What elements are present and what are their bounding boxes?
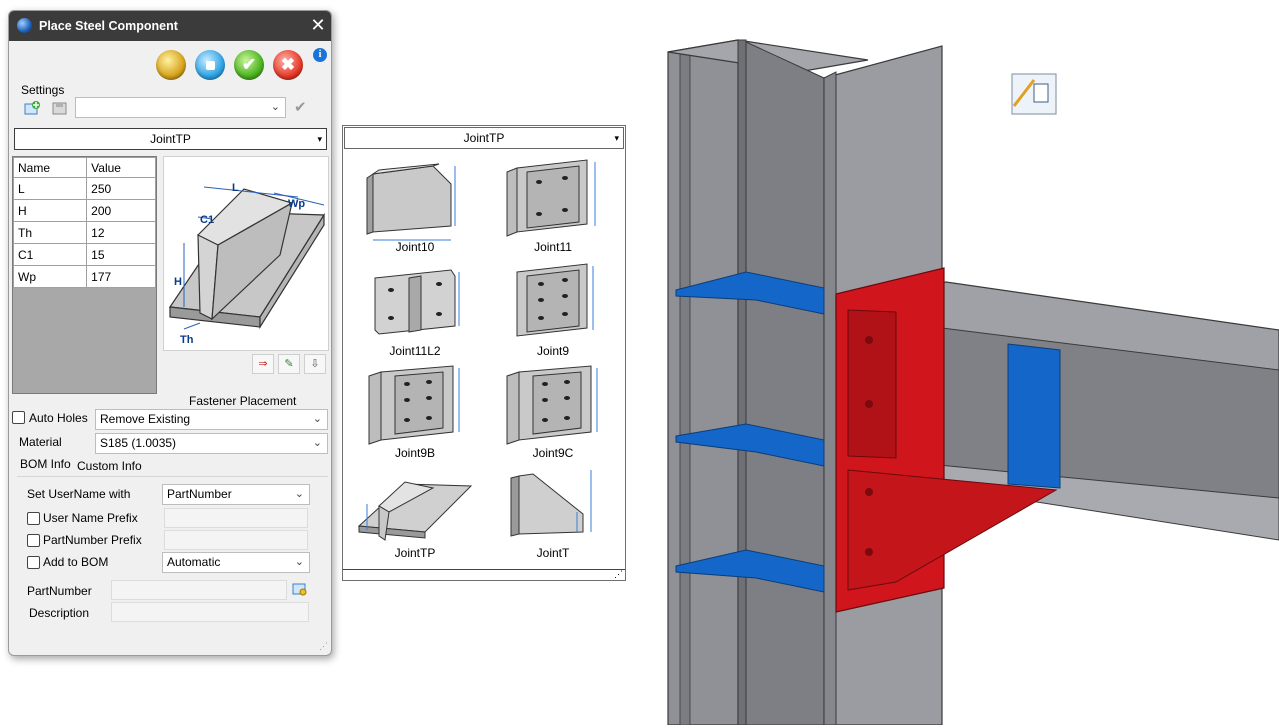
info-icon[interactable]: i [313,48,327,62]
dialog-titlebar: Place Steel Component ✕ [9,11,331,41]
pick-point-button[interactable] [156,50,186,80]
tab-bom-info[interactable]: BOM Info [20,457,71,471]
square-icon [205,61,215,71]
param-value[interactable]: 15 [86,243,156,266]
table-row[interactable]: L 250 [12,177,156,200]
param-value[interactable]: 250 [86,177,156,200]
partnumber-prefix-input[interactable] [164,530,308,550]
joint-thumb-jointtp[interactable]: JointTP [355,466,475,566]
joint-thumb-joint9[interactable]: Joint9 [493,260,613,360]
joint-thumb-joint9c[interactable]: Joint9C [493,362,613,462]
table-row[interactable]: Th 12 [12,221,156,244]
joint-label: Joint11 [534,240,572,254]
chevron-down-icon: ⌄ [270,101,280,113]
dim-Th-label: Th [180,334,194,346]
dim-L-label: L [232,182,239,194]
partnumber-label: PartNumber [27,584,92,598]
parameter-grid: Name Value L 250 H 200 Th 12 C1 15 Wp 17… [12,156,157,394]
joint-thumb-jointt[interactable]: JointT [493,466,613,566]
table-row[interactable]: Wp 177 [12,265,156,288]
joint-type-dropdown[interactable]: JointTP ▾ [14,128,327,150]
param-name: L [12,177,88,200]
panel-status-bar [343,569,625,580]
fastener-bolt-icon[interactable]: ⇩ [304,354,326,374]
fastener-arrow-icon[interactable]: ⇒ [252,354,274,374]
joint-label: Joint11L2 [389,344,441,358]
joint-label: JointT [536,546,570,560]
chevron-down-icon: ⌄ [294,488,304,500]
set-username-label: Set UserName with [27,487,131,501]
param-name: C1 [12,243,88,266]
fastener-brush-icon[interactable]: ✎ [278,354,300,374]
resize-grip-icon[interactable]: ⋰ [319,641,328,652]
settings-label: Settings [21,83,65,97]
ok-button[interactable]: ✔ [234,50,264,80]
add-to-bom-label: Add to BOM [43,555,109,569]
dim-H-label: H [174,276,182,288]
joint-preview-image: L Wp C1 H Th [163,156,329,351]
joint-label: Joint10 [395,240,435,254]
partnumber-prefix-label: PartNumber Prefix [43,533,142,547]
param-name: H [12,199,88,222]
joint-label: JointTP [394,546,436,560]
model-viewport[interactable] [636,0,1279,726]
description-input[interactable] [111,602,309,622]
add-to-bom-checkbox[interactable] [27,556,40,569]
cancel-button[interactable]: ✖ [273,50,303,80]
joint-label: Joint9 [536,344,570,358]
partnumber-lookup-icon[interactable] [292,581,308,597]
auto-holes-label: Auto Holes [29,411,88,425]
username-prefix-input[interactable] [164,508,308,528]
checkmark-icon[interactable]: ✔ [294,98,307,116]
joint-library-dropdown[interactable]: JointTP ▾ [344,127,624,149]
dialog-title: Place Steel Component [39,19,178,33]
chevron-down-icon: ⌄ [312,413,322,425]
param-name: Th [12,221,88,244]
joint-label: Joint9C [532,446,574,460]
partnumber-prefix-checkbox[interactable] [27,534,40,547]
joint-thumb-joint11l2[interactable]: Joint11L2 [355,260,475,360]
add-to-bom-dropdown[interactable]: Automatic ⌄ [162,552,310,573]
material-label: Material [19,435,62,449]
param-name: Wp [12,265,88,288]
column-header-name: Name [12,157,88,178]
dim-Wp-label: Wp [288,198,305,210]
param-value[interactable]: 12 [86,221,156,244]
joint-library-panel: JointTP ▾ Joint10 Joint11 Joint11L2 Join… [342,125,626,581]
app-icon [17,18,32,33]
param-value[interactable]: 177 [86,265,156,288]
auto-holes-checkbox[interactable] [12,411,25,424]
chevron-down-icon: ⌄ [294,556,304,568]
table-row[interactable]: C1 15 [12,243,156,266]
joint-thumb-joint9b[interactable]: Joint9B [355,362,475,462]
auto-holes-dropdown[interactable]: Remove Existing ⌄ [95,409,328,430]
description-label: Description [29,606,90,620]
bom-info-panel: Set UserName with PartNumber ⌄ User Name… [17,476,328,636]
tab-custom-info[interactable]: Custom Info [77,459,142,473]
dropdown-arrow-icon: ▾ [614,133,619,143]
settings-dropdown[interactable]: ⌄ [75,97,286,118]
dropdown-arrow-icon: ▾ [317,134,322,144]
param-value[interactable]: 200 [86,199,156,222]
set-username-dropdown[interactable]: PartNumber ⌄ [162,484,310,505]
partnumber-input[interactable] [111,580,287,600]
save-settings-icon[interactable] [51,100,69,116]
place-steel-component-dialog: Place Steel Component ✕ ✔ ✖ i Settings ⌄… [8,10,332,656]
material-dropdown[interactable]: S185 (1.0035) ⌄ [95,433,328,454]
username-prefix-checkbox[interactable] [27,512,40,525]
joint-label: Joint9B [394,446,436,460]
apply-button[interactable] [195,50,225,80]
username-prefix-label: User Name Prefix [43,511,138,525]
chevron-down-icon: ⌄ [312,437,322,449]
add-settings-icon[interactable] [23,100,41,116]
joint-thumb-joint11[interactable]: Joint11 [493,156,613,256]
fastener-placement-label: Fastener Placement [189,394,297,408]
dim-C1-label: C1 [200,214,214,226]
table-row[interactable]: H 200 [12,199,156,222]
resize-grip-icon[interactable]: ⋰ [614,569,623,580]
close-icon[interactable]: ✕ [309,15,327,35]
column-header-value: Value [86,157,156,178]
joint-thumb-joint10[interactable]: Joint10 [355,156,475,256]
